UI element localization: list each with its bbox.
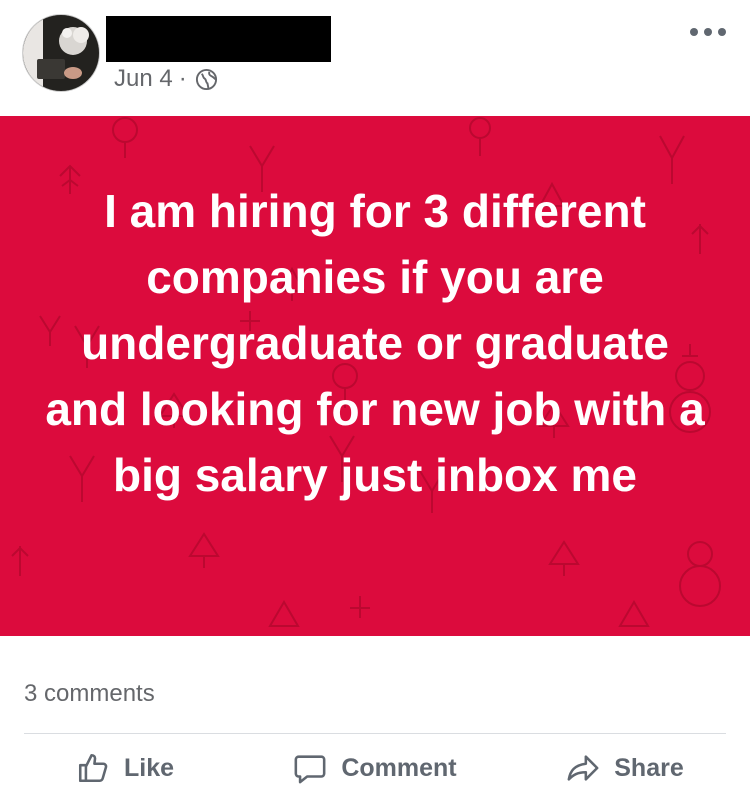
- redacted-author-name: [106, 16, 331, 62]
- post-meta: Jun 4 ·: [114, 64, 218, 94]
- meta-separator: ·: [178, 65, 187, 92]
- thumbs-up-icon: [78, 753, 108, 783]
- post-body-text: I am hiring for 3 different companies if…: [45, 185, 705, 501]
- post-text-background: I am hiring for 3 different companies if…: [0, 116, 750, 636]
- more-options-icon[interactable]: [690, 24, 726, 40]
- post-actions-bar: Like Comment Share: [0, 740, 750, 796]
- share-label: Share: [614, 753, 684, 782]
- post-header: Jun 4 ·: [0, 0, 750, 116]
- comment-bubble-icon: [294, 755, 326, 784]
- divider: [24, 733, 726, 734]
- post-date[interactable]: Jun 4: [114, 65, 173, 93]
- share-button[interactable]: Share: [500, 740, 750, 796]
- comment-button[interactable]: Comment: [250, 740, 500, 796]
- comment-label: Comment: [341, 753, 457, 782]
- comments-count[interactable]: 3 comments: [24, 680, 155, 708]
- like-button[interactable]: Like: [0, 740, 250, 796]
- share-arrow-icon: [567, 755, 599, 781]
- like-label: Like: [123, 753, 175, 782]
- avatar[interactable]: [22, 14, 100, 92]
- globe-icon: [195, 68, 217, 90]
